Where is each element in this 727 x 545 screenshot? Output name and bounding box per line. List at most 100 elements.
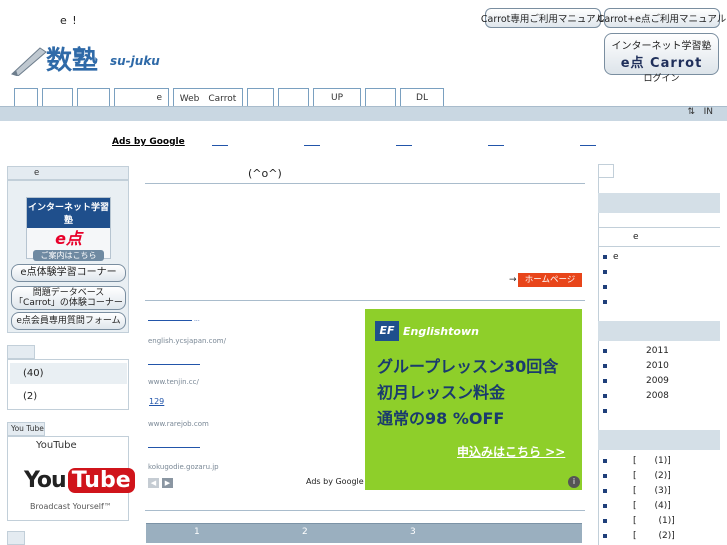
- text-ad-url-4[interactable]: kokugodie.gozaru.jp: [148, 463, 219, 471]
- site-tagline: e !: [60, 14, 78, 27]
- year-2009[interactable]: 2009: [603, 376, 669, 386]
- right-list-item-1[interactable]: e: [603, 252, 619, 262]
- promo-line2: e点: [55, 229, 82, 248]
- right-band-1: [598, 193, 720, 213]
- ads-by-google-link[interactable]: Ads by Google: [112, 137, 185, 147]
- homepage-button[interactable]: ホームページ: [518, 273, 582, 287]
- text-ad-url-2[interactable]: www.tenjin.cc/: [148, 378, 199, 386]
- archive-item-4[interactable]: [(4)]: [603, 501, 671, 511]
- right-list-item-3[interactable]: [603, 282, 613, 292]
- banner-line1: グループレッスン30回含: [377, 357, 559, 376]
- pager: 1 2 3: [146, 523, 582, 543]
- year-2011[interactable]: 2011: [603, 346, 669, 356]
- archive-item-1[interactable]: [(1)]: [603, 456, 671, 466]
- banner-line3: 通常の98 %OFF: [377, 409, 505, 428]
- divider-1: [145, 183, 585, 184]
- site-logo[interactable]: 数塾 su-juku: [10, 40, 170, 77]
- carrot-e-manual-button[interactable]: Carrot+e点ご利用マニュアル: [598, 8, 726, 28]
- promo-line3: ご案内はこちら: [33, 250, 104, 261]
- archive-item-3[interactable]: [(3)]: [603, 486, 671, 496]
- count-item-1[interactable]: (40): [10, 363, 127, 384]
- nav-right[interactable]: ⇅ IN: [687, 107, 713, 117]
- nav-tab-up[interactable]: UP: [313, 88, 361, 106]
- ef-logo-icon: EF: [375, 321, 399, 341]
- youtube-logo[interactable]: You Tube: [24, 462, 135, 498]
- divider-2: [145, 300, 585, 301]
- ad-link-3[interactable]: [396, 137, 412, 146]
- youtube-head: You Tube: [7, 422, 45, 436]
- englishtown-banner[interactable]: EF Englishtown グループレッスン30回含 初月レッスン料金 通常の…: [365, 309, 582, 490]
- trial-corner-button[interactable]: e点体験学習コーナー: [11, 264, 126, 282]
- nav-tab-9[interactable]: [365, 88, 396, 106]
- nav-tab-6[interactable]: [247, 88, 274, 106]
- ad-link-4[interactable]: [488, 137, 504, 146]
- carrot-trial-button[interactable]: 問題データベース 「Carrot」の体験コーナー: [11, 286, 126, 310]
- youtube-logo-tube: Tube: [67, 467, 135, 493]
- logo-romaji: su-juku: [110, 54, 160, 68]
- text-ad-title-1[interactable]: [148, 320, 192, 321]
- pager-2[interactable]: 2: [302, 527, 308, 537]
- left-head-4: [7, 531, 25, 545]
- ad-prev-button[interactable]: ◀: [148, 478, 159, 488]
- count-item-2[interactable]: (2): [10, 386, 127, 407]
- year-2010[interactable]: 2010: [603, 361, 669, 371]
- text-ad-dots: ...: [194, 316, 200, 323]
- main-heading: (^o^): [248, 167, 282, 180]
- ad-info-icon[interactable]: i: [568, 476, 580, 488]
- right-band-2: [598, 321, 720, 341]
- carrot-trial-line1: 問題データベース: [32, 288, 105, 298]
- right-line-1: [598, 227, 720, 228]
- nav-tab-e[interactable]: e: [114, 88, 169, 106]
- main-nav: e Web Carrot UP DL: [14, 88, 448, 106]
- nav-tab-web-carrot[interactable]: Web Carrot: [173, 88, 243, 106]
- login-line2: e点 Carrot: [620, 56, 703, 71]
- pager-3[interactable]: 3: [410, 527, 416, 537]
- nav-tab-3[interactable]: [77, 88, 110, 106]
- login-line1: インターネット学習塾: [611, 41, 712, 52]
- nav-tab-1[interactable]: [14, 88, 38, 106]
- ad-next-button[interactable]: ▶: [162, 478, 173, 488]
- ad-link-5[interactable]: [580, 137, 596, 146]
- carrot-trial-line2: 「Carrot」の体験コーナー: [14, 298, 123, 308]
- right-head-1: [598, 164, 614, 178]
- text-ad-url-1[interactable]: english.ycsjapan.com/: [148, 337, 226, 345]
- ads-by-google-text[interactable]: Ads by Google: [306, 477, 364, 486]
- right-e-label: e: [633, 232, 639, 242]
- login-button[interactable]: インターネット学習塾 e点 Carrot ログイン: [604, 33, 719, 84]
- login-link: IN: [703, 107, 713, 117]
- right-band-3: [598, 430, 720, 450]
- right-border: [598, 178, 599, 545]
- arrow-updown-icon: ⇅: [687, 107, 696, 117]
- promo-banner[interactable]: インターネット学習塾 e点 ご案内はこちら: [26, 197, 111, 261]
- archive-item-6[interactable]: [(2)]: [603, 531, 675, 541]
- youtube-tagline: Broadcast Yourself™: [30, 502, 112, 511]
- carrot-manual-button[interactable]: Carrot専用ご利用マニュアル: [481, 8, 605, 28]
- promo-line1: インターネット学習塾: [27, 198, 110, 228]
- text-ad-title-4[interactable]: [148, 447, 200, 448]
- year-2008[interactable]: 2008: [603, 391, 669, 401]
- text-ad-title-3[interactable]: 129: [149, 397, 211, 406]
- right-list-item-2[interactable]: [603, 267, 613, 277]
- member-question-button[interactable]: e点会員専用質問フォーム: [11, 312, 126, 330]
- ad-link-1[interactable]: [212, 137, 228, 146]
- right-list-item-4[interactable]: [603, 297, 613, 307]
- banner-line2: 初月レッスン料金: [377, 383, 506, 402]
- divider-3: [145, 510, 585, 511]
- homepage-arrow: →: [509, 275, 517, 285]
- nav-tab-2[interactable]: [42, 88, 73, 106]
- text-ad-url-3[interactable]: www.rarejob.com: [148, 420, 209, 428]
- ad-link-2[interactable]: [304, 137, 320, 146]
- left-head-2: [7, 345, 35, 359]
- nav-tab-7[interactable]: [278, 88, 309, 106]
- archive-item-2[interactable]: [(2)]: [603, 471, 671, 481]
- text-ad-title-2[interactable]: [148, 364, 200, 365]
- year-more[interactable]: [603, 406, 613, 416]
- banner-cta: 申込みはこちら >>: [457, 445, 566, 459]
- youtube-logo-you: You: [24, 467, 67, 493]
- nav-tab-dl[interactable]: DL: [400, 88, 444, 106]
- login-line3: ログイン: [643, 74, 680, 84]
- banner-brand: Englishtown: [403, 324, 479, 338]
- pager-1[interactable]: 1: [194, 527, 200, 537]
- left-head-e: e: [7, 166, 129, 180]
- archive-item-5[interactable]: [(1)]: [603, 516, 675, 526]
